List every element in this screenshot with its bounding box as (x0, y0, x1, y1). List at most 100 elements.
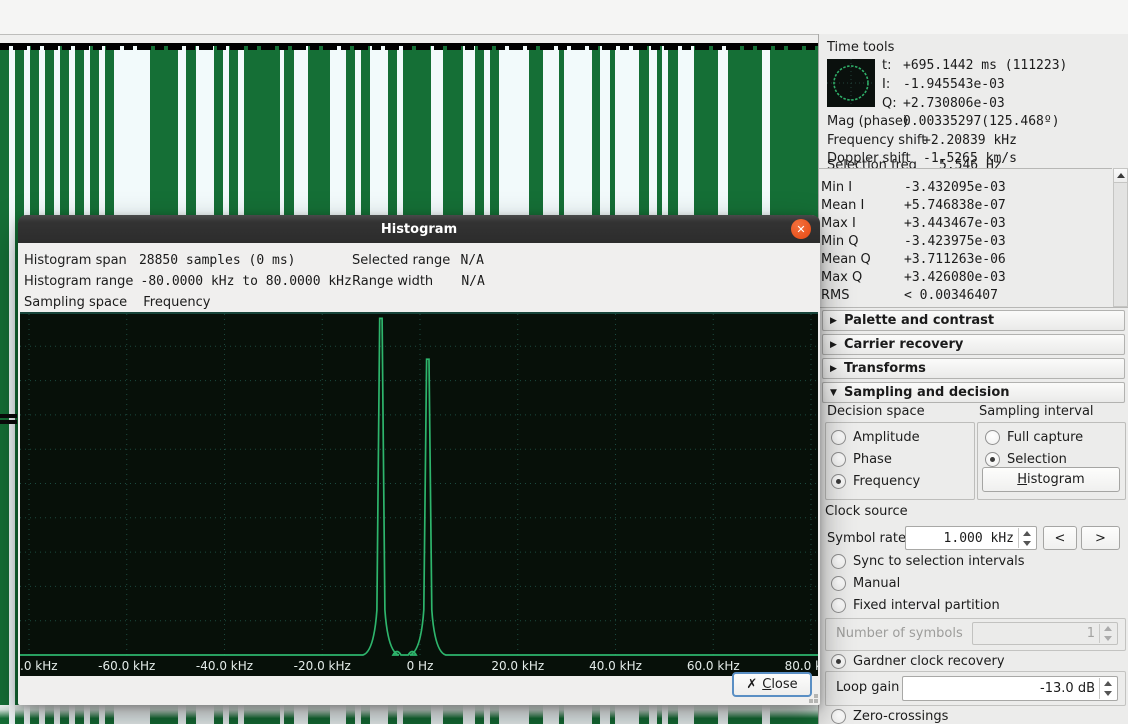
symbol-rate-next-button[interactable]: > (1081, 526, 1120, 550)
radio-icon (831, 654, 846, 669)
spin-up-icon (1023, 531, 1031, 536)
close-x-icon: ✗ (746, 677, 757, 692)
time-cursor-marker[interactable] (0, 420, 17, 424)
number-of-symbols-spinbox: 1 (972, 622, 1118, 645)
x-tick-label: 40.0 kHz (589, 659, 642, 673)
radio-label: Manual (853, 576, 900, 591)
mean-i-value: +5.746838e-07 (904, 198, 1006, 213)
number-of-symbols-label: Number of symbols (836, 626, 963, 641)
top-toolbar (0, 0, 1128, 35)
loop-gain-label: Loop gain (836, 680, 899, 695)
chevron-right-icon: ▶ (830, 359, 837, 379)
section-label: Sampling and decision (844, 385, 1010, 400)
radio-full-capture[interactable]: Full capture (985, 429, 1083, 445)
radio-label: Fixed interval partition (853, 598, 1000, 613)
radio-icon (831, 576, 846, 591)
radio-selection[interactable]: Selection (985, 451, 1067, 467)
x-axis-labels: -80.0 kHz-60.0 kHz-40.0 kHz-20.0 kHz0 Hz… (20, 659, 818, 675)
radio-icon (985, 430, 1000, 445)
histogram-dialog: Histogram ✕ Histogram span 28850 samples… (18, 215, 820, 705)
x-tick-label: 0 Hz (407, 659, 434, 673)
min-q-label: Min Q (821, 234, 858, 249)
radio-sync-to-selection-intervals[interactable]: Sync to selection intervals (831, 553, 1025, 569)
chevron-down-icon: ▼ (830, 383, 837, 403)
x-tick-label: 80.0 kHz (785, 659, 818, 673)
clock-source-label: Clock source (825, 504, 908, 519)
spinner-arrows[interactable] (1099, 678, 1116, 699)
radio-zero-crossings[interactable]: Zero-crossings (831, 708, 948, 724)
range-width-label: Range width (352, 274, 433, 289)
selected-range-value: N/A (460, 253, 483, 268)
sampling-space-label: Sampling space (24, 295, 127, 310)
sampling-space-row: Sampling space Frequency (24, 295, 210, 310)
min-i-label: Min I (821, 180, 852, 195)
resize-grip[interactable] (814, 699, 818, 703)
radio-gardner-clock-recovery[interactable]: Gardner clock recovery (831, 653, 1005, 669)
loop-gain-frame: Loop gain -13.0 dB (825, 671, 1126, 706)
spinner-arrows[interactable] (1018, 528, 1035, 548)
close-button[interactable]: ✗ Close (732, 672, 812, 697)
stats-scrollbar[interactable] (1113, 168, 1128, 307)
loop-gain-spinbox[interactable]: -13.0 dB (902, 676, 1118, 701)
t-label: t: (882, 58, 891, 73)
window-close-button[interactable]: ✕ (791, 219, 811, 239)
range-width-value: N/A (461, 274, 484, 289)
max-q-value: +3.426080e-03 (904, 270, 1006, 285)
histogram-plot[interactable]: -80.0 kHz-60.0 kHz-40.0 kHz-20.0 kHz0 Hz… (20, 312, 818, 676)
section-carrier-recovery[interactable]: ▶ Carrier recovery (822, 334, 1125, 355)
radio-fixed-interval-partition[interactable]: Fixed interval partition (831, 597, 1000, 613)
radio-label: Zero-crossings (853, 709, 948, 724)
histogram-span-label: Histogram span (24, 253, 127, 268)
radio-phase[interactable]: Phase (831, 451, 892, 467)
spin-down-icon (1104, 636, 1112, 641)
dialog-title: Histogram (381, 222, 457, 237)
symbol-rate-label: Symbol rate (827, 531, 906, 546)
scroll-up-button[interactable] (1114, 169, 1127, 183)
loop-gain-value: -13.0 dB (1040, 677, 1095, 700)
radio-frequency[interactable]: Frequency (831, 473, 920, 489)
rms-label: RMS (821, 288, 850, 303)
section-transforms[interactable]: ▶ Transforms (822, 358, 1125, 379)
dialog-titlebar[interactable]: Histogram ✕ (18, 215, 820, 243)
section-label: Carrier recovery (844, 337, 963, 352)
radio-icon (831, 452, 846, 467)
close-mnemonic: C (762, 677, 771, 692)
selected-range-row: Selected range N/A (352, 253, 484, 268)
symbol-rate-spinbox[interactable]: 1.000 kHz (905, 526, 1037, 550)
mean-q-label: Mean Q (821, 252, 871, 267)
spinner-arrows (1099, 624, 1116, 643)
radio-manual[interactable]: Manual (831, 575, 900, 591)
time-tools-title: Time tools (827, 40, 894, 55)
sampling-space-value: Frequency (143, 295, 210, 310)
min-i-value: -3.432095e-03 (904, 180, 1006, 195)
mag-phase-label: Mag (phase) (827, 114, 908, 129)
section-sampling-and-decision[interactable]: ▼ Sampling and decision (822, 382, 1125, 403)
symbol-rate-value: 1.000 kHz (944, 527, 1014, 549)
x-tick-label: -40.0 kHz (196, 659, 253, 673)
x-tick-label: 20.0 kHz (491, 659, 544, 673)
selection-freq-value: 5.546 Hz (939, 158, 1002, 168)
histogram-range-value: -80.0000 kHz to 80.0000 kHz (141, 274, 352, 289)
histogram-span-row: Histogram span 28850 samples (0 ms) (24, 253, 296, 268)
histogram-range-row: Histogram range -80.0000 kHz to 80.0000 … (24, 274, 352, 289)
radio-label: Amplitude (853, 430, 920, 445)
section-palette-and-contrast[interactable]: ▶ Palette and contrast (822, 310, 1125, 331)
max-i-value: +3.443467e-03 (904, 216, 1006, 231)
radio-amplitude[interactable]: Amplitude (831, 429, 920, 445)
histogram-button[interactable]: Histogram (982, 467, 1120, 492)
i-label: I: (882, 77, 890, 92)
radio-label: Phase (853, 452, 892, 467)
close-icon: ✕ (796, 223, 805, 236)
max-q-label: Max Q (821, 270, 862, 285)
symbol-rate-prev-button[interactable]: < (1043, 526, 1077, 550)
histogram-trace (20, 312, 818, 660)
radio-label: Sync to selection intervals (853, 554, 1025, 569)
time-cursor-marker[interactable] (0, 414, 17, 418)
selection-freq-label: Selection freq (827, 158, 917, 168)
section-label: Palette and contrast (844, 313, 994, 328)
measurement-list[interactable]: Min I-3.432095e-03 Mean I+5.746838e-07 M… (819, 170, 1112, 307)
chevron-right-icon: ▶ (830, 335, 837, 355)
scroll-up-icon (1117, 173, 1125, 178)
q-value: +2.730806e-03 (903, 96, 1005, 111)
close-label: lose (771, 677, 797, 692)
